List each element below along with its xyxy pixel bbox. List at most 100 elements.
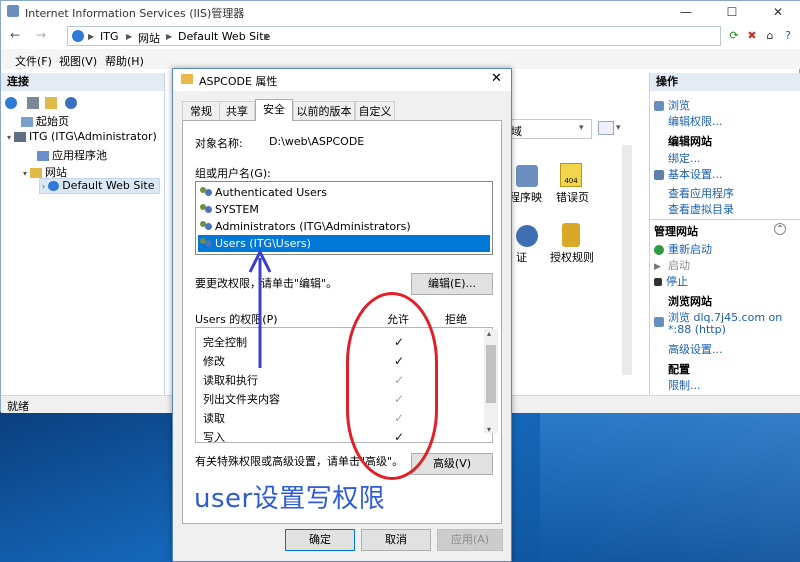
stop-icon[interactable]: ✖: [743, 27, 761, 45]
users-listbox[interactable]: Authenticated Users SYSTEM Administrator…: [195, 181, 493, 255]
tree-item-start-page[interactable]: 起始页: [21, 113, 69, 129]
action-label: 基本设置...: [668, 168, 723, 181]
ok-button[interactable]: 确定: [285, 529, 355, 551]
dialog-close-button[interactable]: ✕: [491, 71, 502, 86]
window-title: Internet Information Services (IIS)管理器: [25, 7, 245, 20]
breadcrumb-separator: ▶: [88, 32, 95, 41]
feature-label: 授权规则: [550, 251, 594, 264]
view-mode-icon[interactable]: [598, 121, 614, 135]
minimize-button[interactable]: —: [663, 1, 709, 23]
menu-view[interactable]: 视图(V): [59, 53, 97, 69]
user-name: SYSTEM: [215, 203, 259, 216]
action-bindings[interactable]: 绑定...: [668, 150, 701, 166]
tree-item-label: 起始页: [36, 115, 69, 128]
remove-connection-icon[interactable]: [65, 97, 77, 109]
tab-previous-versions[interactable]: 以前的版本: [293, 101, 355, 121]
action-stop[interactable]: 停止: [654, 273, 688, 289]
dialog-title-bar: ASPCODE 属性 ✕: [173, 69, 511, 91]
handler-mappings-icon[interactable]: [516, 165, 538, 187]
breadcrumb-default-web-site[interactable]: Default Web Site: [178, 30, 270, 43]
action-view-vdirs[interactable]: 查看虚拟目录: [668, 201, 734, 217]
action-limits[interactable]: 限制...: [668, 377, 701, 393]
action-edit-permissions[interactable]: 编辑权限...: [668, 113, 723, 129]
action-browse[interactable]: 浏览: [654, 97, 690, 113]
help-icon[interactable]: ?: [779, 27, 797, 45]
save-icon[interactable]: [27, 97, 39, 109]
collapse-up-icon[interactable]: ⌃: [774, 223, 786, 235]
list-item[interactable]: Authenticated Users: [198, 184, 490, 201]
close-button[interactable]: ✕: [755, 1, 800, 23]
error-pages-icon[interactable]: 404: [560, 163, 582, 187]
object-name-value: D:\web\ASPCODE: [269, 135, 365, 148]
action-advanced-settings[interactable]: 高级设置...: [668, 341, 723, 357]
action-basic-settings[interactable]: 基本设置...: [654, 166, 723, 182]
action-label: 重新启动: [668, 243, 712, 256]
tab-security[interactable]: 安全: [255, 99, 293, 121]
features-scrollbar[interactable]: [622, 145, 632, 375]
server-icon: [14, 132, 27, 142]
action-restart[interactable]: 重新启动: [654, 241, 712, 257]
apply-button[interactable]: 应用(A): [437, 529, 503, 551]
home-icon[interactable]: ⌂: [761, 27, 779, 45]
authorization-rules-icon[interactable]: [562, 223, 580, 247]
forward-arrow-icon[interactable]: →: [31, 26, 51, 46]
annotation-arrow: [248, 248, 272, 368]
authentication-icon[interactable]: [516, 225, 538, 247]
refresh-icon[interactable]: ⟳: [725, 27, 743, 45]
back-arrow-icon[interactable]: ←: [5, 26, 25, 46]
breadcrumb-separator: ▶: [166, 32, 173, 41]
tree-item-server[interactable]: ▾ ITG (ITG\Administrator): [7, 130, 157, 143]
collapse-chevron-icon[interactable]: ▾: [23, 169, 27, 178]
menu-file[interactable]: 文件(F): [15, 53, 52, 69]
tab-sharing[interactable]: 共享: [219, 101, 255, 121]
section-manage-site: 管理网站: [654, 225, 698, 238]
dialog-title: ASPCODE 属性: [199, 75, 278, 88]
globe-icon: [72, 30, 84, 42]
security-tab-panel: 对象名称: D:\web\ASPCODE 组或用户名(G): Authentic…: [182, 120, 502, 524]
breadcrumb-sites[interactable]: 网站: [138, 30, 160, 46]
tab-general[interactable]: 常规: [182, 101, 220, 121]
tree-item-app-pools[interactable]: 应用程序池: [37, 147, 107, 163]
tree-item-label: 应用程序池: [52, 149, 107, 162]
title-bar: Internet Information Services (IIS)管理器 —…: [1, 1, 800, 23]
action-label: 浏览: [668, 99, 690, 112]
group-user-label: 组或用户名(G):: [195, 167, 271, 180]
scroll-down-icon[interactable]: ▾: [487, 425, 491, 434]
annotation-text: user设置写权限: [194, 484, 386, 514]
list-item[interactable]: Administrators (ITG\Administrators): [198, 218, 490, 235]
collapse-chevron-icon[interactable]: ▾: [7, 133, 11, 142]
tab-customize[interactable]: 自定义: [355, 101, 395, 121]
user-name: Authenticated Users: [215, 186, 328, 199]
folder-icon: [181, 74, 193, 84]
menu-help[interactable]: 帮助(H): [105, 53, 144, 69]
permission-row: 写入 ✓: [196, 428, 484, 447]
expand-chevron-icon[interactable]: ›: [42, 182, 45, 191]
breadcrumb-separator: ▶: [264, 32, 271, 41]
action-start[interactable]: ▶ 启动: [654, 257, 690, 273]
feature-label: 错误页: [556, 191, 589, 204]
folder-icon[interactable]: [45, 97, 57, 109]
list-item[interactable]: SYSTEM: [198, 201, 490, 218]
tree-item-default-web-site[interactable]: › Default Web Site: [39, 178, 160, 194]
breadcrumb-itg[interactable]: ITG: [100, 30, 119, 43]
scroll-up-icon[interactable]: ▴: [487, 329, 491, 338]
app-pool-icon: [37, 151, 49, 161]
address-bar[interactable]: ▶ ITG ▶ 网站 ▶ Default Web Site ▶: [67, 26, 721, 46]
action-view-apps[interactable]: 查看应用程序: [668, 185, 734, 201]
edit-button[interactable]: 编辑(E)...: [411, 273, 493, 295]
chevron-down-icon[interactable]: ▾: [616, 123, 621, 133]
cancel-button[interactable]: 取消: [361, 529, 431, 551]
stop-square-icon: [654, 278, 662, 286]
breadcrumb-separator: ▶: [126, 32, 133, 41]
connect-globe-icon[interactable]: [5, 97, 17, 109]
tree-item-label: ITG (ITG\Administrator): [29, 130, 157, 143]
object-name-label: 对象名称:: [195, 137, 243, 150]
status-text: 就绪: [7, 400, 29, 413]
connections-toolbar: [5, 95, 105, 111]
scrollbar-thumb[interactable]: [486, 345, 496, 403]
maximize-button[interactable]: ☐: [709, 1, 755, 23]
restart-icon: [654, 245, 664, 255]
permission-name: 读取和执行: [203, 374, 258, 387]
feature-label: 证: [516, 251, 527, 264]
action-browse-url-port[interactable]: *:88 (http): [668, 323, 726, 336]
